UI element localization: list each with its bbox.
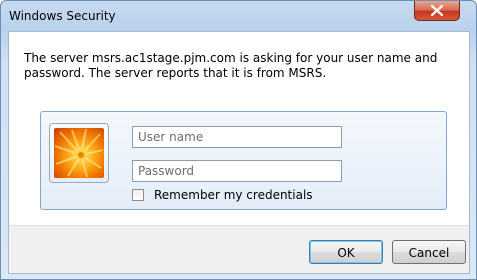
credential-panel: Remember my credentials: [40, 111, 447, 210]
close-button[interactable]: [414, 1, 460, 21]
dialog-content: The server msrs.ac1stage.pjm.com is aski…: [8, 31, 470, 274]
window-title: Windows Security: [9, 9, 116, 23]
remember-checkbox[interactable]: [132, 189, 144, 201]
user-account-tile-icon: [49, 123, 109, 183]
remember-credentials[interactable]: Remember my credentials: [132, 187, 313, 203]
remember-label[interactable]: Remember my credentials: [154, 188, 313, 202]
close-x-icon: [431, 5, 443, 16]
title-bar[interactable]: Windows Security: [1, 1, 476, 31]
cancel-button[interactable]: Cancel: [392, 240, 466, 264]
server-message: The server msrs.ac1stage.pjm.com is aski…: [24, 51, 438, 80]
button-bar: OK Cancel: [9, 226, 469, 273]
username-input[interactable]: [132, 126, 342, 148]
flower-picture: [54, 128, 104, 178]
security-dialog: Windows Security The server msrs.ac1stag…: [0, 0, 477, 280]
ok-button[interactable]: OK: [309, 240, 383, 264]
password-input[interactable]: [132, 160, 342, 182]
